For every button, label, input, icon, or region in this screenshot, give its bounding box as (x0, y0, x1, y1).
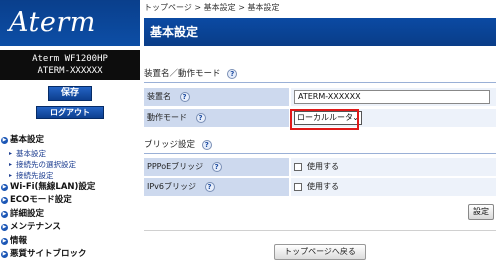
operation-mode-selected-value: ローカルルータ (297, 113, 353, 122)
chevron-down-icon: ⌄ (352, 113, 359, 122)
sidebar-menu: ▶ 基本設定 ▸ 基本設定 ▸ 接続先の選択設定 ▸ 接続先設定 ▶ Wi-Fi… (0, 134, 140, 262)
operation-mode-row: 動作モード ? ローカルルータ ⌄ (144, 109, 496, 127)
submenu-arrow-icon: ▸ (9, 149, 13, 157)
menu-item-basic-settings[interactable]: ▶ 基本設定 (0, 134, 140, 148)
ipv6-bridge-checkbox-label[interactable]: 使用する (307, 178, 339, 196)
breadcrumb-separator: > (238, 3, 245, 12)
menu-item-label: Wi-Fi(無線LAN)設定 (10, 181, 96, 192)
logout-button[interactable]: ログアウト (36, 106, 104, 119)
help-icon[interactable]: ? (204, 181, 215, 192)
menu-bullet-icon: ▶ (1, 251, 8, 258)
device-name-label: 装置名 (147, 92, 171, 101)
footer-divider (144, 230, 496, 231)
menu-item-info[interactable]: ▶ 情報 (0, 235, 140, 249)
device-name-value-cell: ATERM-XXXXXX (291, 88, 496, 106)
pppoe-bridge-row: PPPoEブリッジ ? 使用する (144, 158, 496, 176)
menu-item-label: 悪質サイトブロック (10, 249, 87, 259)
menu-item-eco-mode[interactable]: ▶ ECOモード設定 (0, 194, 140, 208)
section-heading-label: 装置名／動作モード (144, 69, 221, 79)
menu-item-maintenance[interactable]: ▶ メンテナンス (0, 221, 140, 235)
apply-settings-button[interactable]: 設定 (468, 204, 494, 220)
submenu-item-basic-settings[interactable]: ▸ 基本設定 (0, 148, 140, 159)
ipv6-bridge-label-cell: IPv6ブリッジ ? (144, 178, 289, 196)
help-icon[interactable]: ? (179, 91, 190, 102)
ipv6-bridge-row: IPv6ブリッジ ? 使用する (144, 178, 496, 196)
submenu-item-label: 基本設定 (16, 148, 46, 158)
device-name-row: 装置名 ? ATERM-XXXXXX (144, 88, 496, 106)
pppoe-bridge-value-cell: 使用する (291, 158, 496, 176)
sidebar: Aterm Aterm WF1200HP ATERM-XXXXXX 保存 ログア… (0, 0, 140, 270)
pppoe-bridge-checkbox-label[interactable]: 使用する (307, 158, 339, 176)
menu-bullet-icon: ▶ (1, 183, 8, 191)
pppoe-bridge-checkbox[interactable] (294, 163, 302, 171)
submenu-arrow-icon: ▸ (9, 171, 13, 179)
help-icon[interactable]: ? (211, 161, 222, 172)
submenu-item-connection-settings[interactable]: ▸ 接続先設定 (0, 170, 140, 181)
menu-item-malicious-site-block[interactable]: ▶ 悪質サイトブロック (0, 248, 140, 262)
pppoe-bridge-label-cell: PPPoEブリッジ ? (144, 158, 289, 176)
ipv6-bridge-checkbox[interactable] (294, 183, 302, 191)
menu-item-label: 基本設定 (10, 135, 45, 145)
model-name: Aterm WF1200HP (32, 54, 108, 64)
help-icon[interactable]: ? (201, 139, 212, 150)
submenu-arrow-icon: ▸ (9, 160, 13, 168)
operation-mode-value-cell: ローカルルータ ⌄ (291, 109, 496, 127)
breadcrumb-separator: > (194, 3, 202, 12)
logo-banner: Aterm (0, 0, 140, 46)
menu-bullet-icon: ▶ (1, 237, 8, 245)
breadcrumb-parent-link[interactable]: 基本設定 (204, 3, 236, 12)
device-name-input[interactable]: ATERM-XXXXXX (294, 90, 490, 104)
menu-bullet-icon: ▶ (1, 197, 8, 204)
back-to-top-button[interactable]: トップページへ戻る (274, 244, 366, 260)
section-heading-device: 装置名／動作モード ? (144, 68, 238, 80)
operation-mode-select[interactable]: ローカルルータ ⌄ (294, 111, 362, 125)
menu-item-label: 詳細設定 (10, 208, 45, 219)
aterm-logo: Aterm (9, 7, 96, 38)
model-info: Aterm WF1200HP ATERM-XXXXXX (0, 50, 140, 80)
menu-bullet-icon: ▶ (1, 224, 8, 231)
help-icon[interactable]: ? (227, 68, 238, 79)
menu-item-wifi-settings[interactable]: ▶ Wi-Fi(無線LAN)設定 (0, 181, 140, 195)
section-divider (144, 153, 496, 154)
menu-item-label: ECOモード設定 (10, 195, 72, 205)
menu-item-advanced-settings[interactable]: ▶ 詳細設定 (0, 208, 140, 222)
main-content: トップページ > 基本設定 > 基本設定 基本設定 装置名／動作モード ? 装置… (144, 0, 500, 270)
pppoe-bridge-label: PPPoEブリッジ (147, 162, 204, 171)
menu-item-label: 情報 (10, 235, 28, 246)
menu-item-label: メンテナンス (10, 222, 61, 232)
submenu-item-label: 接続先の選択設定 (16, 159, 76, 169)
menu-bullet-icon: ▶ (1, 137, 8, 144)
breadcrumb-top-link[interactable]: トップページ (144, 3, 192, 12)
submenu-item-label: 接続先設定 (16, 170, 54, 180)
page-title: 基本設定 (144, 18, 496, 46)
section-divider (144, 82, 496, 83)
section-heading-label: ブリッジ設定 (144, 140, 196, 150)
section-heading-bridge: ブリッジ設定 ? (144, 139, 212, 151)
device-name-label-cell: 装置名 ? (144, 88, 289, 106)
ipv6-bridge-label: IPv6ブリッジ (147, 182, 197, 191)
operation-mode-label-cell: 動作モード ? (144, 109, 289, 127)
breadcrumb: トップページ > 基本設定 > 基本設定 (144, 2, 279, 13)
help-icon[interactable]: ? (195, 112, 206, 123)
submenu-item-connection-select[interactable]: ▸ 接続先の選択設定 (0, 159, 140, 170)
save-button[interactable]: 保存 (48, 86, 92, 101)
ipv6-bridge-value-cell: 使用する (291, 178, 496, 196)
operation-mode-label: 動作モード (147, 113, 187, 122)
device-id: ATERM-XXXXXX (37, 66, 103, 76)
menu-bullet-icon: ▶ (1, 210, 8, 218)
breadcrumb-current: 基本設定 (247, 3, 280, 12)
